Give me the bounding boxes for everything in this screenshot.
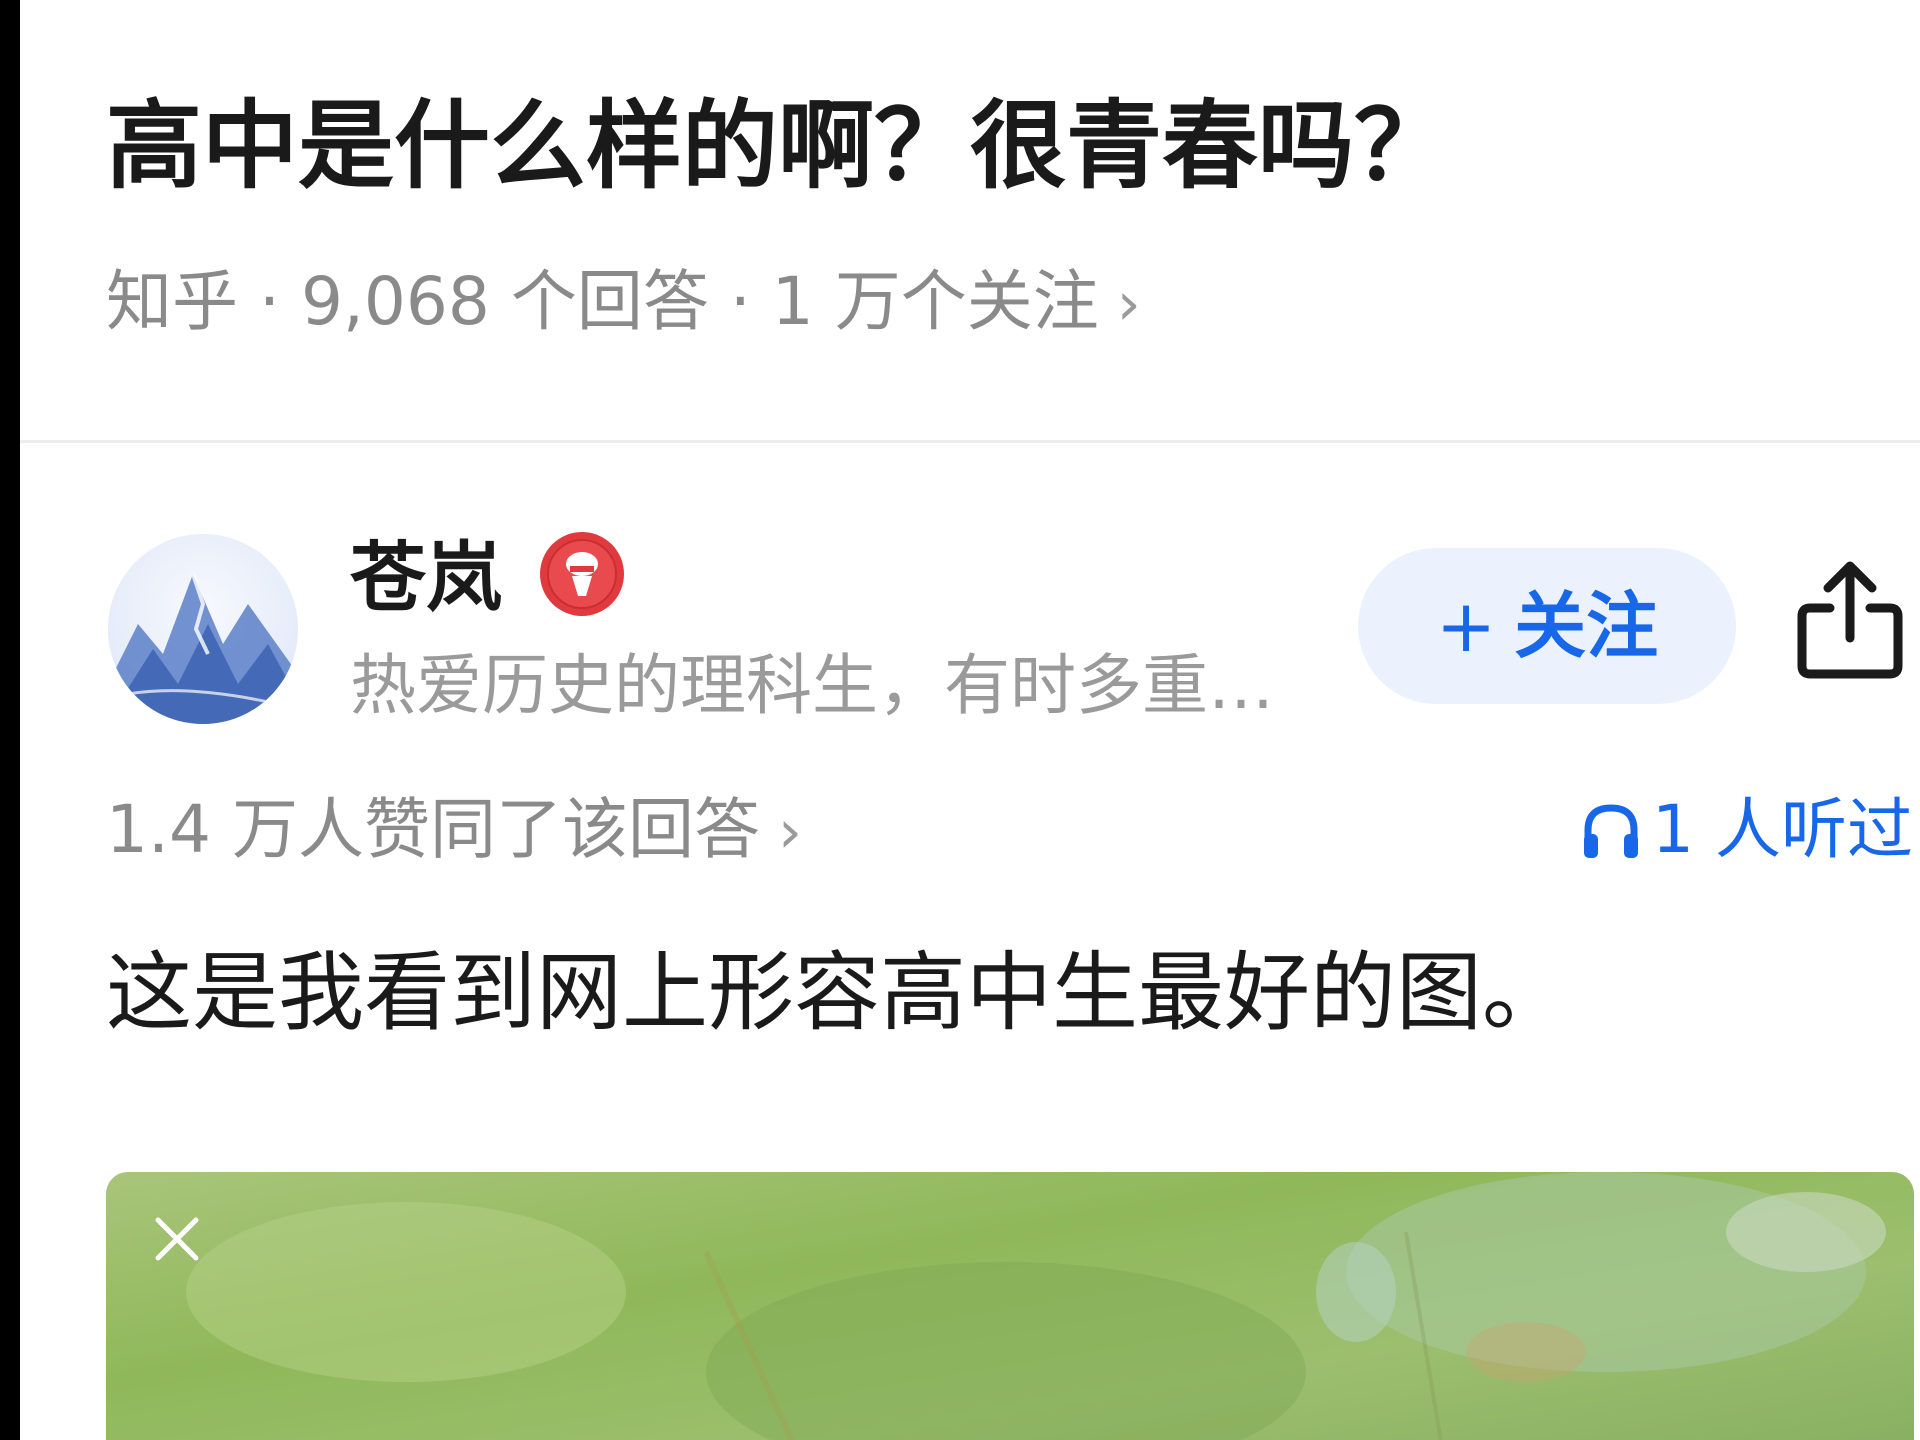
answer-text: 这是我看到网上形容高中生最好的图。 [106,943,1568,1043]
question-meta-link[interactable]: 知乎 · 9,068 个回答 · 1 万个关注 › [106,262,1141,344]
share-icon[interactable] [1796,560,1904,680]
section-divider [20,440,1920,443]
chevron-right-icon: › [1116,269,1141,339]
listen-count-text: 1 人听过 [1652,791,1913,868]
chevron-right-icon: › [777,797,802,867]
question-meta-text: 知乎 · 9,068 个回答 · 1 万个关注 [106,263,1099,340]
answer-image[interactable] [106,1172,1914,1440]
listen-count-button[interactable]: 1 人听过 [1580,790,1913,870]
upvote-count-text: 1.4 万人赞同了该回答 [106,791,760,868]
question-title[interactable]: 高中是什么样的啊？很青春吗？ [106,88,1450,204]
follow-button[interactable]: + 关注 [1358,548,1736,704]
author-bio: 热爱历史的理科生，有时多重… [350,647,1274,724]
microphone-badge-icon [538,530,626,618]
follow-label: 关注 [1514,584,1659,668]
author-avatar[interactable] [108,534,298,724]
screen: 高中是什么样的啊？很青春吗？ 知乎 · 9,068 个回答 · 1 万个关注 › … [0,0,1920,1440]
headphones-icon [1584,804,1638,858]
plus-icon: + [1435,584,1497,668]
close-icon[interactable] [150,1212,204,1266]
landscape-avatar-image [108,534,298,724]
upvote-count-link[interactable]: 1.4 万人赞同了该回答 › [106,790,802,872]
author-name[interactable]: 苍岚 [350,532,502,624]
left-bezel [0,0,20,1440]
